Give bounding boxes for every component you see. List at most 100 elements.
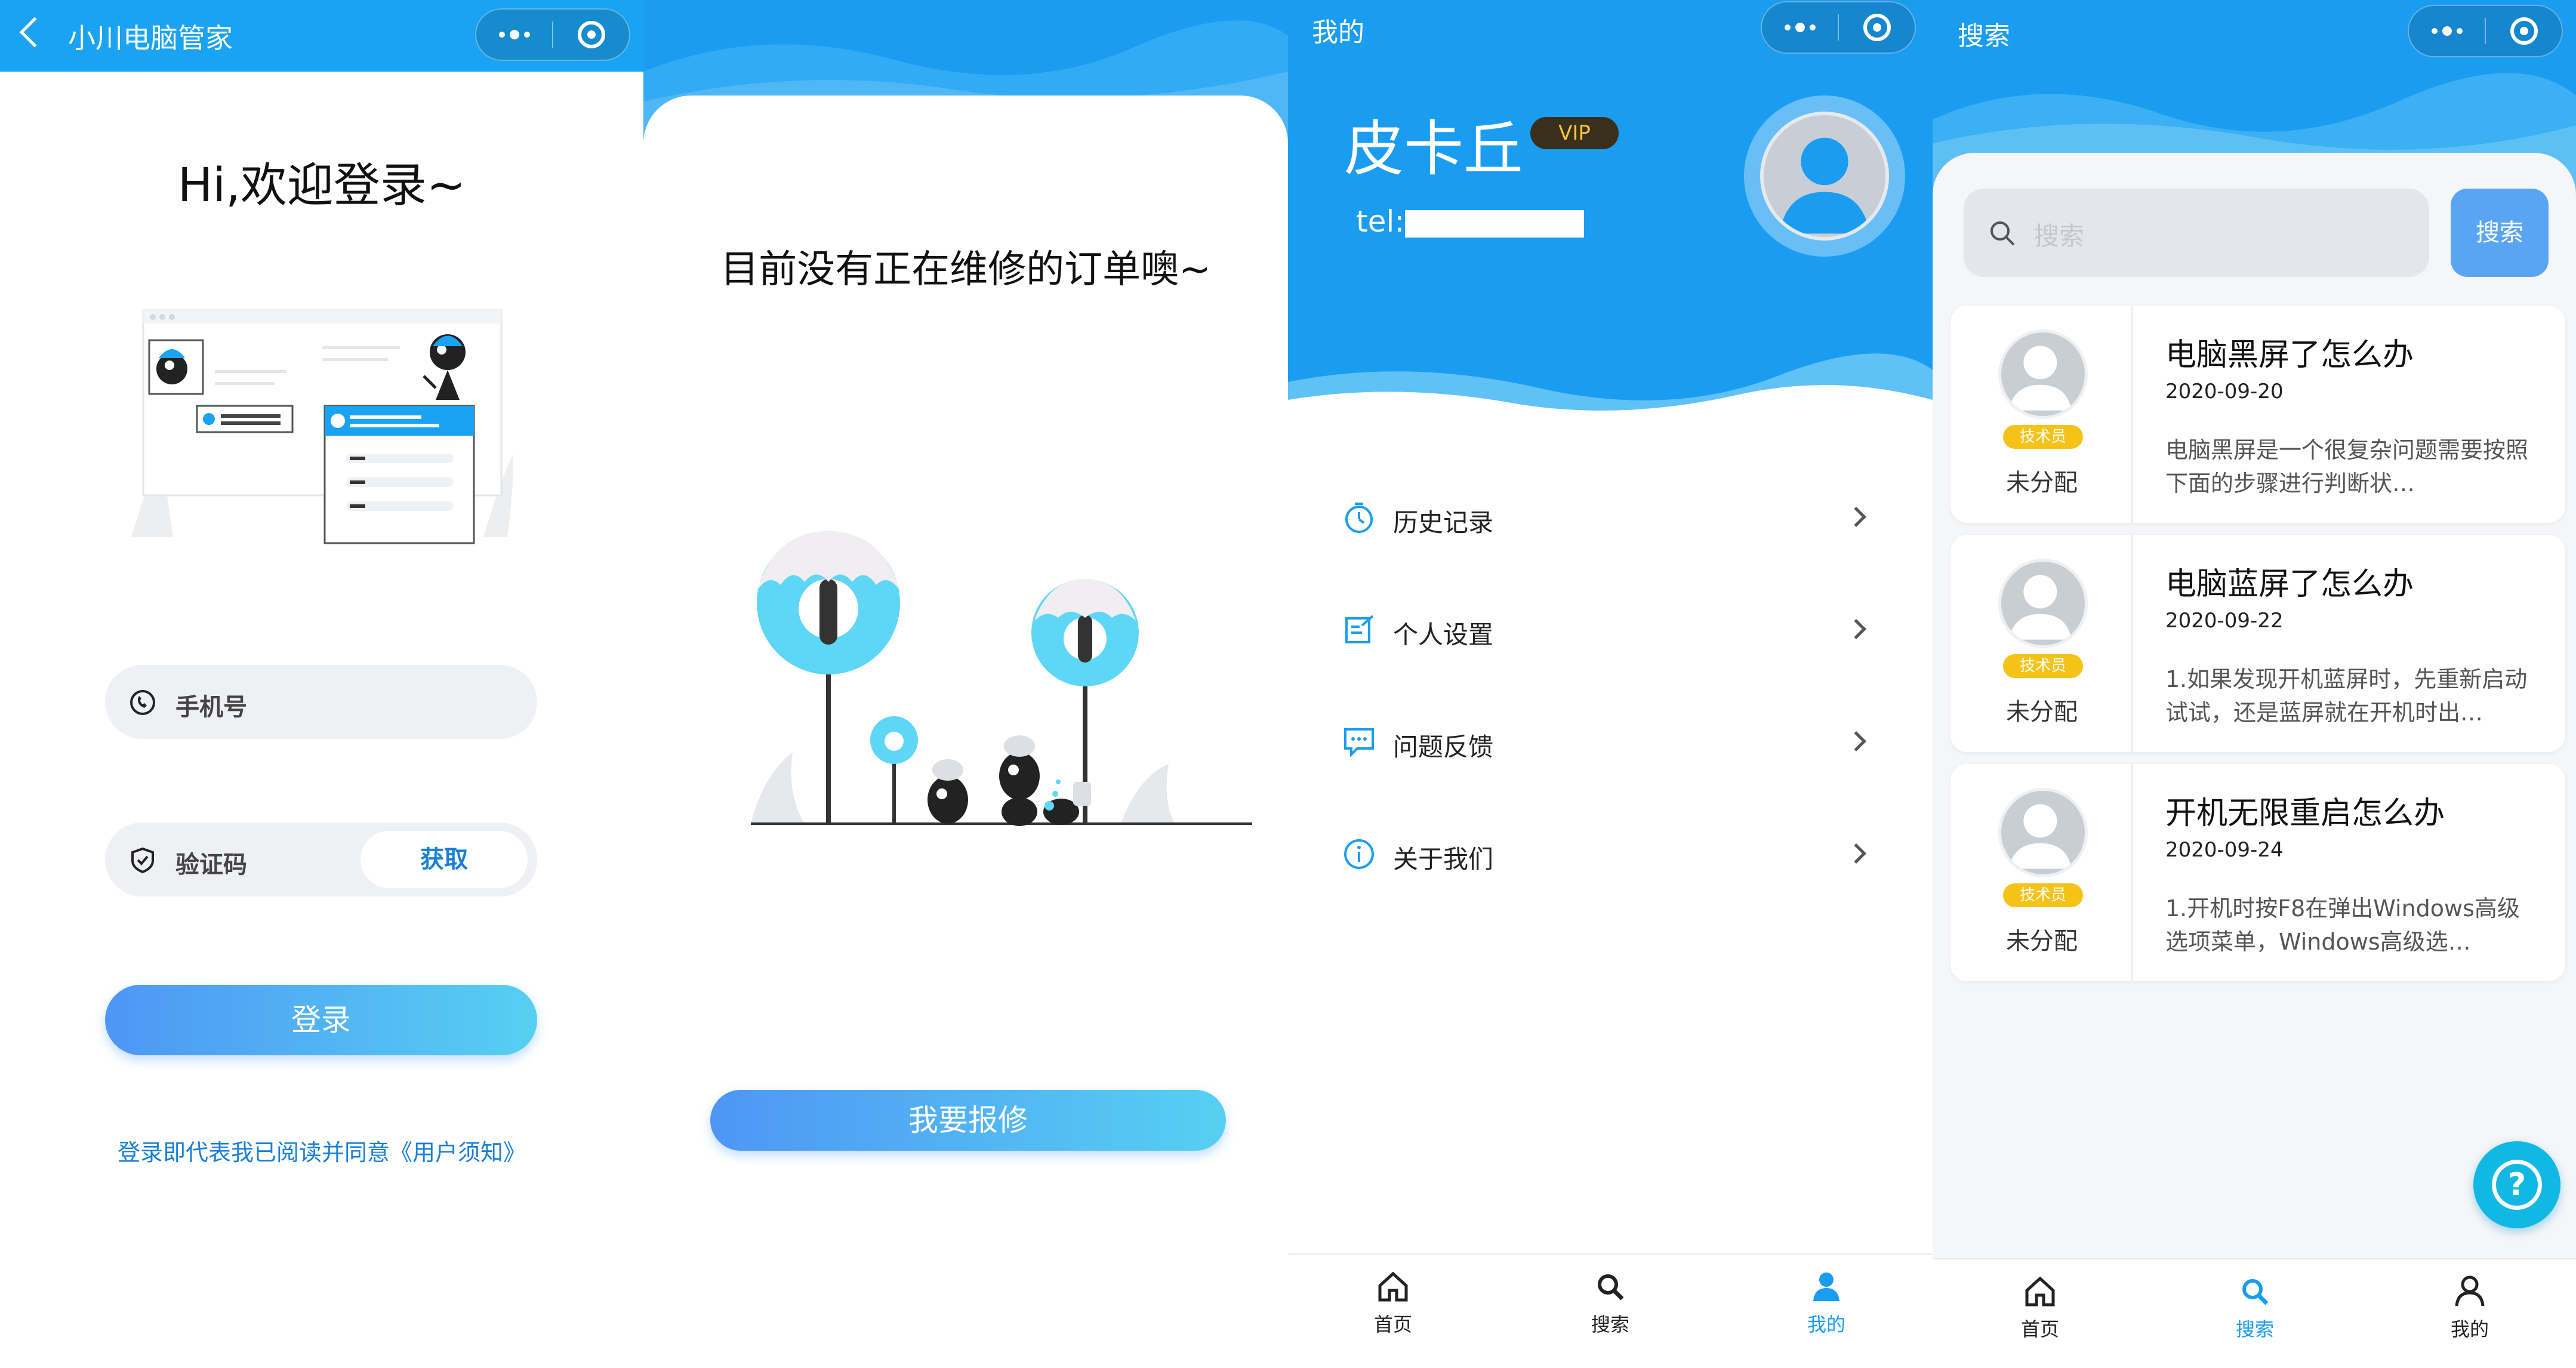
menu-item-settings[interactable]: 个人设置 <box>1288 593 1933 665</box>
result-date: 2020-09-22 <box>2165 609 2284 633</box>
more-menu-button[interactable] <box>2409 6 2485 56</box>
target-icon <box>2510 17 2538 45</box>
tab-label: 我的 <box>1807 1313 1845 1336</box>
tab-label: 首页 <box>2020 1318 2059 1341</box>
edit-note-icon <box>1345 615 1374 643</box>
tab-label: 首页 <box>1373 1313 1412 1336</box>
tab-home[interactable]: 首页 <box>1980 1265 2100 1368</box>
login-illustration <box>131 309 513 544</box>
technician-avatar <box>1998 329 2088 419</box>
result-date: 2020-09-24 <box>2165 838 2284 862</box>
more-menu-button[interactable] <box>476 10 552 60</box>
more-dots-icon <box>2431 26 2463 36</box>
assignment-status: 未分配 <box>2006 928 2078 955</box>
menu-label: 个人设置 <box>1393 620 1494 649</box>
search-icon <box>1990 221 2015 246</box>
target-icon <box>1863 14 1891 41</box>
menu-label: 问题反馈 <box>1393 732 1494 762</box>
help-button[interactable]: ? <box>2473 1141 2560 1228</box>
search-icon <box>1598 1274 1624 1301</box>
search-button[interactable]: 搜索 <box>2451 189 2549 277</box>
vip-badge: VIP <box>1530 117 1619 149</box>
repair-screen: 目前没有正在维修的订单噢~ 我要报修 <box>643 0 1288 1368</box>
close-miniprogram-button[interactable] <box>1839 2 1915 53</box>
question-icon: ? <box>2492 1160 2542 1210</box>
page-title: 搜索 <box>1958 21 2010 51</box>
tab-home[interactable]: 首页 <box>1333 1261 1453 1368</box>
assignee-column: 技术员 未分配 <box>1951 306 2133 523</box>
login-button[interactable]: 登录 <box>105 985 537 1055</box>
technician-badge: 技术员 <box>2003 883 2083 907</box>
phone-icon <box>130 690 155 715</box>
assignee-column: 技术员 未分配 <box>1951 535 2133 752</box>
chevron-right-icon <box>1846 507 1866 527</box>
chevron-right-icon <box>1846 731 1866 751</box>
tab-mine[interactable]: 我的 <box>2410 1265 2529 1368</box>
result-title: 电脑蓝屏了怎么办 <box>2165 566 2414 602</box>
get-code-button[interactable]: 获取 <box>360 831 528 888</box>
menu-item-about[interactable]: 关于我们 <box>1288 818 1933 889</box>
more-dots-icon <box>498 30 530 39</box>
login-navbar: 小川电脑管家 <box>0 0 643 72</box>
menu-item-feedback[interactable]: 问题反馈 <box>1288 705 1933 777</box>
search-input[interactable]: 搜索 <box>1964 189 2429 277</box>
search-placeholder: 搜索 <box>2034 221 2085 251</box>
user-icon <box>1813 1273 1839 1301</box>
user-avatar-icon <box>2009 575 2072 640</box>
result-card[interactable]: 技术员 未分配 开机无限重启怎么办 2020-09-24 1.开机时按F8在弹出… <box>1951 764 2565 981</box>
user-name: 皮卡丘 <box>1344 114 1523 184</box>
tab-bar: 首页 搜索 我的 <box>1288 1253 1933 1368</box>
search-screen: 搜索 搜索 搜索 技术员 未分配 电脑黑屏了怎么办 2020-09-20 电脑黑… <box>1933 0 2576 1368</box>
more-menu-button[interactable] <box>1762 2 1838 53</box>
result-card[interactable]: 技术员 未分配 电脑黑屏了怎么办 2020-09-20 电脑黑屏是一个很复杂问题… <box>1951 306 2565 523</box>
search-icon <box>2242 1279 2269 1305</box>
report-repair-button[interactable]: 我要报修 <box>710 1090 1226 1151</box>
user-agreement-link[interactable]: 登录即代表我已阅读并同意《用户须知》 <box>0 1134 643 1167</box>
chevron-right-icon <box>1846 619 1866 639</box>
user-avatar-icon <box>2009 346 2072 411</box>
home-icon <box>1378 1271 1408 1302</box>
tab-label: 搜索 <box>1591 1313 1629 1336</box>
user-avatar-icon <box>2009 804 2072 869</box>
technician-badge: 技术员 <box>2003 425 2083 449</box>
verification-code-field[interactable]: 验证码 获取 <box>105 822 537 896</box>
shield-check-icon <box>131 847 154 874</box>
page-title: 我的 <box>1312 17 1364 48</box>
technician-avatar <box>1998 788 2088 877</box>
app-title: 小川电脑管家 <box>68 22 233 54</box>
login-greeting: Hi,欢迎登录~ <box>177 159 466 212</box>
menu-item-history[interactable]: 历史记录 <box>1288 481 1933 553</box>
tel-value-redacted <box>1405 210 1584 238</box>
result-title: 开机无限重启怎么办 <box>2165 796 2445 831</box>
stopwatch-icon <box>1345 503 1373 533</box>
phone-placeholder: 手机号 <box>175 694 247 721</box>
avatar[interactable] <box>1744 95 1905 257</box>
tab-label: 我的 <box>2450 1318 2489 1341</box>
technician-badge: 技术员 <box>2003 654 2083 678</box>
result-date: 2020-09-20 <box>2165 380 2284 403</box>
user-icon <box>2455 1275 2485 1307</box>
close-miniprogram-button[interactable] <box>553 10 629 60</box>
mine-screen: 我的 皮卡丘 VIP tel: 历史记录 个人设置 问题反馈 关于我们 首页 搜… <box>1288 0 1933 1368</box>
login-screen: 小川电脑管家 Hi,欢迎登录~ 手机号 验证码 获取 登录 登录即代表我已阅读并… <box>0 0 643 1368</box>
tab-label: 搜索 <box>2235 1318 2274 1341</box>
result-description: 1.开机时按F8在弹出Windows高级选项菜单，Windows高级选… <box>2165 895 2520 955</box>
miniprogram-capsule <box>2408 5 2563 57</box>
menu-label: 历史记录 <box>1393 508 1494 537</box>
back-icon[interactable] <box>19 17 50 48</box>
tab-search[interactable]: 搜索 <box>1551 1261 1670 1368</box>
result-description: 1.如果发现开机蓝屏时，先重新启动试试，还是蓝屏就在开机时出… <box>2165 666 2528 726</box>
empty-order-message: 目前没有正在维修的订单噢~ <box>720 248 1211 292</box>
result-description: 电脑黑屏是一个很复杂问题需要按照下面的步骤进行判断状… <box>2165 437 2529 497</box>
info-icon <box>1344 839 1374 869</box>
result-card[interactable]: 技术员 未分配 电脑蓝屏了怎么办 2020-09-22 1.如果发现开机蓝屏时，… <box>1951 535 2565 752</box>
close-miniprogram-button[interactable] <box>2486 6 2562 56</box>
assignee-column: 技术员 未分配 <box>1951 764 2133 981</box>
phone-field[interactable]: 手机号 <box>105 665 537 739</box>
tab-search[interactable]: 搜索 <box>2195 1265 2315 1368</box>
header-wave <box>1288 353 1933 430</box>
tab-mine[interactable]: 我的 <box>1767 1261 1886 1368</box>
more-dots-icon <box>1784 23 1816 32</box>
home-icon <box>2025 1276 2055 1307</box>
miniprogram-capsule <box>1761 1 1916 54</box>
